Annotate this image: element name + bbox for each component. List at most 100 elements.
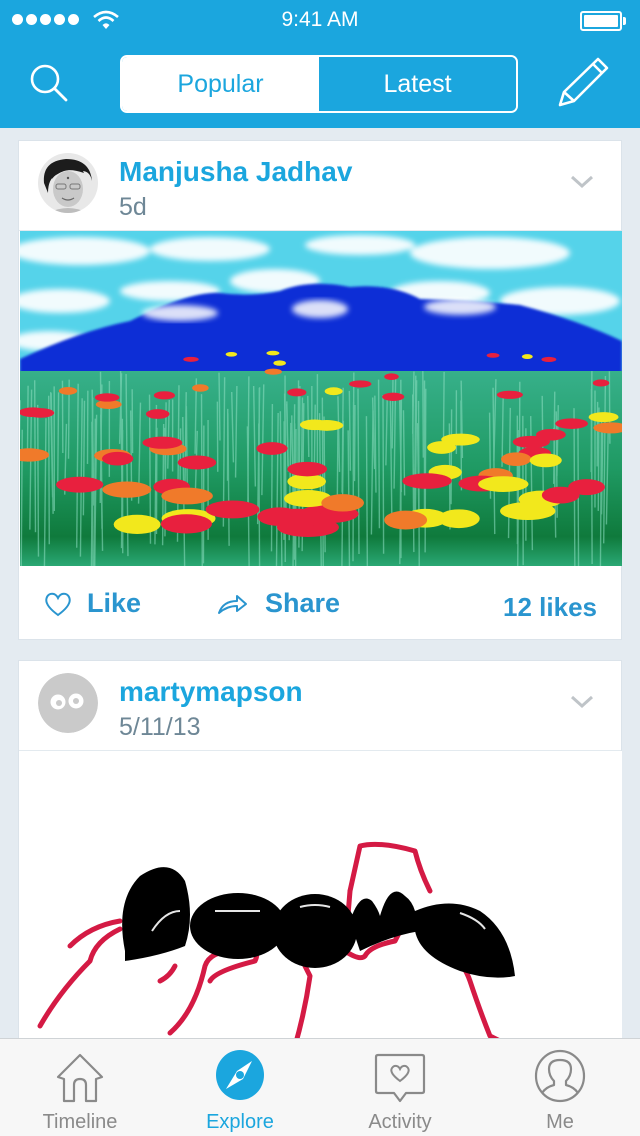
like-button[interactable]: Like xyxy=(43,588,141,619)
share-button[interactable]: Share xyxy=(217,588,340,619)
share-arrow-icon xyxy=(218,594,247,614)
grass-stroke xyxy=(377,379,381,529)
grass-stroke xyxy=(336,427,339,500)
flower xyxy=(102,451,134,466)
post-artwork-ant[interactable] xyxy=(20,751,622,1081)
flower xyxy=(270,508,325,528)
post-card: martymapson 5/11/13 xyxy=(18,660,622,1081)
grass-stroke xyxy=(391,376,394,449)
flower xyxy=(478,476,529,492)
grass-stroke xyxy=(590,371,593,473)
post-username[interactable]: martymapson xyxy=(119,676,303,708)
avatar[interactable] xyxy=(38,673,98,733)
flower xyxy=(192,384,209,392)
pencil-icon[interactable] xyxy=(552,54,612,110)
flower xyxy=(142,436,183,449)
segment-popular[interactable]: Popular xyxy=(122,57,319,111)
avatar[interactable] xyxy=(38,153,98,213)
flower xyxy=(264,368,282,375)
flower xyxy=(183,356,199,362)
flower xyxy=(256,442,288,455)
flower xyxy=(384,373,399,380)
likes-count[interactable]: 12 likes xyxy=(503,592,597,623)
flower xyxy=(541,356,557,363)
flower xyxy=(438,509,480,529)
flower xyxy=(541,486,580,504)
flower xyxy=(486,353,500,358)
flower xyxy=(113,514,161,535)
person-icon xyxy=(534,1049,586,1103)
heart-bubble-icon xyxy=(374,1053,426,1103)
search-icon[interactable] xyxy=(28,62,72,106)
post-timestamp: 5d xyxy=(119,193,147,221)
compass-icon xyxy=(216,1050,264,1100)
flower xyxy=(177,455,217,470)
flower xyxy=(56,476,104,493)
flower xyxy=(145,409,170,419)
flower xyxy=(321,494,365,512)
flower xyxy=(299,419,329,431)
flower xyxy=(501,452,532,466)
flower xyxy=(94,393,120,402)
navigation-bar: 9:41 AM Popular Latest xyxy=(0,0,640,128)
chevron-down-icon[interactable] xyxy=(569,689,595,715)
flower xyxy=(384,510,428,530)
like-label: Like xyxy=(87,588,142,618)
flower xyxy=(349,380,372,388)
flower xyxy=(160,514,212,534)
flower xyxy=(58,387,78,395)
flower xyxy=(225,351,238,357)
grass-stroke xyxy=(185,406,188,484)
grass-stroke xyxy=(597,407,600,511)
grass-stroke xyxy=(424,388,427,553)
flower xyxy=(161,487,213,505)
tab-me[interactable]: Me xyxy=(480,1039,640,1136)
flower xyxy=(287,461,328,477)
tab-activity[interactable]: Activity xyxy=(320,1039,480,1136)
flower xyxy=(529,453,562,468)
flower xyxy=(441,433,480,446)
flower xyxy=(153,391,176,400)
post-header: Manjusha Jadhav 5d xyxy=(19,141,621,231)
flower xyxy=(382,392,405,401)
tab-bar: Timeline Explore Activity Me xyxy=(0,1038,640,1136)
grass-stroke xyxy=(270,404,274,552)
grass-stroke xyxy=(450,409,453,505)
grass-stroke xyxy=(218,372,221,441)
grass-stroke xyxy=(57,392,60,483)
grass-stroke xyxy=(382,395,385,554)
flower xyxy=(521,354,533,360)
battery-icon xyxy=(580,11,626,31)
tab-timeline[interactable]: Timeline xyxy=(0,1039,160,1136)
tab-label: Explore xyxy=(206,1111,274,1133)
grass-stroke xyxy=(36,404,40,557)
chevron-down-icon[interactable] xyxy=(569,169,595,195)
flower xyxy=(402,473,452,489)
tab-label: Activity xyxy=(368,1111,432,1133)
flower xyxy=(535,428,566,441)
grass-stroke xyxy=(47,395,50,545)
flower xyxy=(324,387,343,396)
post-artwork-meadow[interactable] xyxy=(20,231,622,566)
tab-explore[interactable]: Explore xyxy=(160,1039,320,1136)
status-bar: 9:41 AM xyxy=(0,0,640,40)
flower xyxy=(20,407,48,418)
grass-stroke xyxy=(352,401,355,562)
grass-stroke xyxy=(200,394,203,566)
flower xyxy=(500,501,556,521)
post-card: Manjusha Jadhav 5d Like Share 12 likes xyxy=(18,140,622,640)
flower xyxy=(266,350,280,356)
post-header: martymapson 5/11/13 xyxy=(19,661,621,751)
heart-icon xyxy=(45,592,71,616)
tab-label: Me xyxy=(546,1111,574,1133)
flower xyxy=(273,360,286,366)
grass-stroke xyxy=(365,416,369,566)
flower xyxy=(588,412,619,423)
flower xyxy=(287,388,307,397)
flower xyxy=(496,390,523,399)
segment-latest[interactable]: Latest xyxy=(319,57,516,111)
status-time: 9:41 AM xyxy=(281,8,359,31)
house-icon xyxy=(56,1053,104,1103)
flower xyxy=(102,481,152,498)
post-username[interactable]: Manjusha Jadhav xyxy=(119,156,352,188)
